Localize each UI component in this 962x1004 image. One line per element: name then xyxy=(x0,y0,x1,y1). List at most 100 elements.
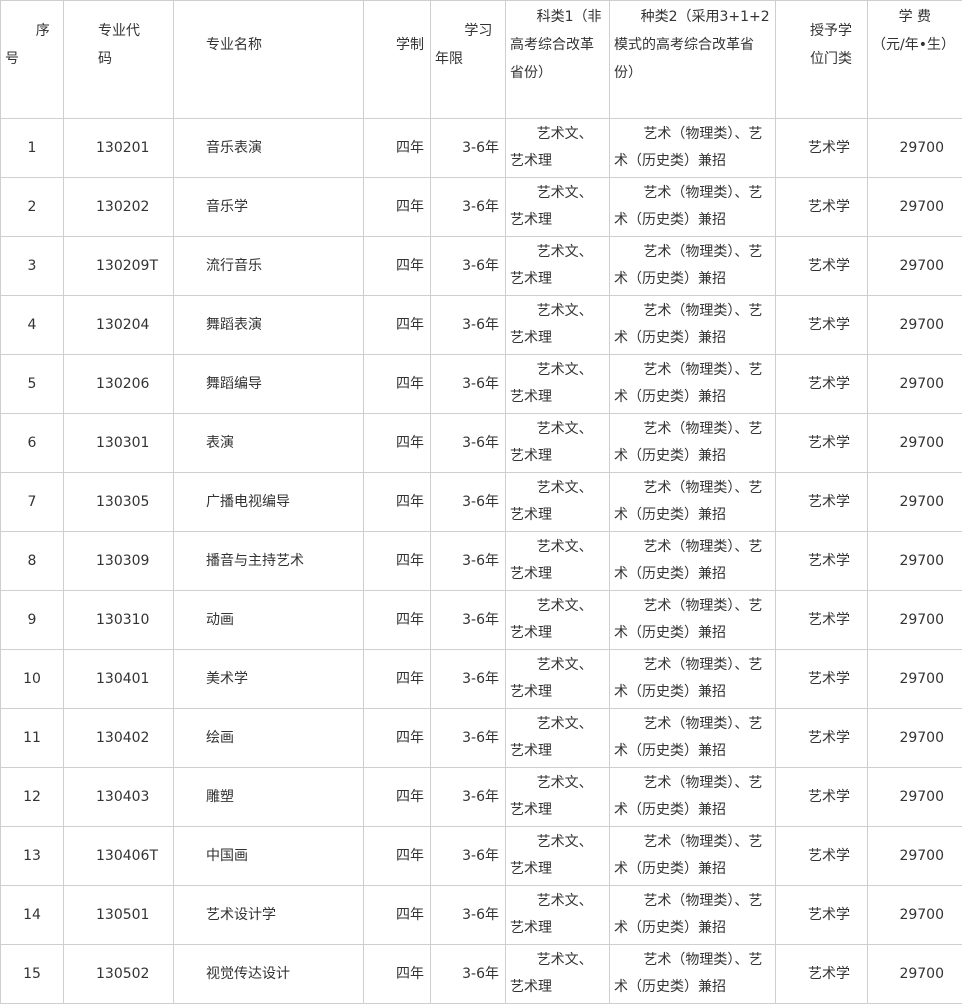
table-row: 11130402绘画四年3-6年艺术文、艺术理艺术（物理类）、艺术（历史类）兼招… xyxy=(1,709,962,768)
cell-name: 播音与主持艺术 xyxy=(174,532,364,591)
cell-name: 流行音乐 xyxy=(174,237,364,296)
cell-degree: 艺术学 xyxy=(776,591,868,650)
cell-type2: 艺术（物理类）、艺术（历史类）兼招 xyxy=(610,768,776,827)
cell-degree: 艺术学 xyxy=(776,768,868,827)
table-row: 4130204舞蹈表演四年3-6年艺术文、艺术理艺术（物理类）、艺术（历史类）兼… xyxy=(1,296,962,355)
cell-years: 3-6年 xyxy=(431,355,506,414)
cell-years: 3-6年 xyxy=(431,650,506,709)
cell-type1: 艺术文、艺术理 xyxy=(506,237,610,296)
cell-type1: 艺术文、艺术理 xyxy=(506,296,610,355)
cell-type2: 艺术（物理类）、艺术（历史类）兼招 xyxy=(610,709,776,768)
cell-system: 四年 xyxy=(364,886,431,945)
cell-seq: 11 xyxy=(1,709,64,768)
table-row: 15130502视觉传达设计四年3-6年艺术文、艺术理艺术（物理类）、艺术（历史… xyxy=(1,945,962,1004)
cell-fee: 29700 xyxy=(868,414,962,473)
header-years: 学习年限 xyxy=(431,1,506,119)
cell-seq: 3 xyxy=(1,237,64,296)
cell-type2: 艺术（物理类）、艺术（历史类）兼招 xyxy=(610,473,776,532)
cell-years: 3-6年 xyxy=(431,473,506,532)
cell-years: 3-6年 xyxy=(431,296,506,355)
cell-fee: 29700 xyxy=(868,945,962,1004)
cell-years: 3-6年 xyxy=(431,945,506,1004)
cell-system: 四年 xyxy=(364,650,431,709)
header-code: 专业代码 xyxy=(64,1,174,119)
table-row: 14130501艺术设计学四年3-6年艺术文、艺术理艺术（物理类）、艺术（历史类… xyxy=(1,886,962,945)
table-row: 12130403雕塑四年3-6年艺术文、艺术理艺术（物理类）、艺术（历史类）兼招… xyxy=(1,768,962,827)
cell-name: 美术学 xyxy=(174,650,364,709)
table-row: 6130301表演四年3-6年艺术文、艺术理艺术（物理类）、艺术（历史类）兼招艺… xyxy=(1,414,962,473)
cell-system: 四年 xyxy=(364,237,431,296)
cell-seq: 14 xyxy=(1,886,64,945)
cell-years: 3-6年 xyxy=(431,532,506,591)
cell-years: 3-6年 xyxy=(431,237,506,296)
cell-type2: 艺术（物理类）、艺术（历史类）兼招 xyxy=(610,237,776,296)
cell-code: 130402 xyxy=(64,709,174,768)
cell-name: 绘画 xyxy=(174,709,364,768)
table-row: 8130309播音与主持艺术四年3-6年艺术文、艺术理艺术（物理类）、艺术（历史… xyxy=(1,532,962,591)
cell-years: 3-6年 xyxy=(431,768,506,827)
cell-type2: 艺术（物理类）、艺术（历史类）兼招 xyxy=(610,119,776,178)
cell-type1: 艺术文、艺术理 xyxy=(506,532,610,591)
cell-type2: 艺术（物理类）、艺术（历史类）兼招 xyxy=(610,591,776,650)
cell-name: 表演 xyxy=(174,414,364,473)
cell-code: 130206 xyxy=(64,355,174,414)
header-degree: 授予学位门类 xyxy=(776,1,868,119)
cell-name: 舞蹈编导 xyxy=(174,355,364,414)
cell-system: 四年 xyxy=(364,827,431,886)
cell-code: 130301 xyxy=(64,414,174,473)
cell-type1: 艺术文、艺术理 xyxy=(506,945,610,1004)
cell-code: 130501 xyxy=(64,886,174,945)
cell-system: 四年 xyxy=(364,414,431,473)
cell-seq: 1 xyxy=(1,119,64,178)
cell-type2: 艺术（物理类）、艺术（历史类）兼招 xyxy=(610,178,776,237)
cell-degree: 艺术学 xyxy=(776,119,868,178)
cell-type2: 艺术（物理类）、艺术（历史类）兼招 xyxy=(610,650,776,709)
cell-degree: 艺术学 xyxy=(776,296,868,355)
cell-code: 130401 xyxy=(64,650,174,709)
cell-type1: 艺术文、艺术理 xyxy=(506,768,610,827)
cell-name: 音乐表演 xyxy=(174,119,364,178)
cell-years: 3-6年 xyxy=(431,178,506,237)
table-row: 1130201音乐表演四年3-6年艺术文、艺术理艺术（物理类）、艺术（历史类）兼… xyxy=(1,119,962,178)
cell-type1: 艺术文、艺术理 xyxy=(506,119,610,178)
table-row: 2130202音乐学四年3-6年艺术文、艺术理艺术（物理类）、艺术（历史类）兼招… xyxy=(1,178,962,237)
cell-seq: 10 xyxy=(1,650,64,709)
cell-degree: 艺术学 xyxy=(776,473,868,532)
cell-system: 四年 xyxy=(364,945,431,1004)
cell-fee: 29700 xyxy=(868,709,962,768)
cell-seq: 5 xyxy=(1,355,64,414)
cell-name: 音乐学 xyxy=(174,178,364,237)
cell-type2: 艺术（物理类）、艺术（历史类）兼招 xyxy=(610,886,776,945)
cell-type2: 艺术（物理类）、艺术（历史类）兼招 xyxy=(610,945,776,1004)
cell-code: 130204 xyxy=(64,296,174,355)
majors-table: 序号 专业代码 专业名称 学制 学习年限 科类1（非高考综合改革省份） 种类2（… xyxy=(0,0,962,1004)
cell-seq: 4 xyxy=(1,296,64,355)
cell-years: 3-6年 xyxy=(431,827,506,886)
cell-system: 四年 xyxy=(364,296,431,355)
cell-type2: 艺术（物理类）、艺术（历史类）兼招 xyxy=(610,355,776,414)
cell-type1: 艺术文、艺术理 xyxy=(506,709,610,768)
cell-type1: 艺术文、艺术理 xyxy=(506,827,610,886)
cell-code: 130310 xyxy=(64,591,174,650)
cell-name: 广播电视编导 xyxy=(174,473,364,532)
cell-code: 130406T xyxy=(64,827,174,886)
cell-type1: 艺术文、艺术理 xyxy=(506,650,610,709)
cell-degree: 艺术学 xyxy=(776,414,868,473)
table-row: 3130209T流行音乐四年3-6年艺术文、艺术理艺术（物理类）、艺术（历史类）… xyxy=(1,237,962,296)
cell-years: 3-6年 xyxy=(431,886,506,945)
cell-system: 四年 xyxy=(364,709,431,768)
cell-name: 动画 xyxy=(174,591,364,650)
cell-system: 四年 xyxy=(364,591,431,650)
cell-fee: 29700 xyxy=(868,473,962,532)
cell-name: 舞蹈表演 xyxy=(174,296,364,355)
cell-degree: 艺术学 xyxy=(776,355,868,414)
cell-system: 四年 xyxy=(364,355,431,414)
cell-seq: 13 xyxy=(1,827,64,886)
cell-fee: 29700 xyxy=(868,296,962,355)
cell-degree: 艺术学 xyxy=(776,827,868,886)
cell-name: 艺术设计学 xyxy=(174,886,364,945)
cell-seq: 6 xyxy=(1,414,64,473)
header-type1: 科类1（非高考综合改革省份） xyxy=(506,1,610,119)
cell-fee: 29700 xyxy=(868,355,962,414)
cell-years: 3-6年 xyxy=(431,709,506,768)
